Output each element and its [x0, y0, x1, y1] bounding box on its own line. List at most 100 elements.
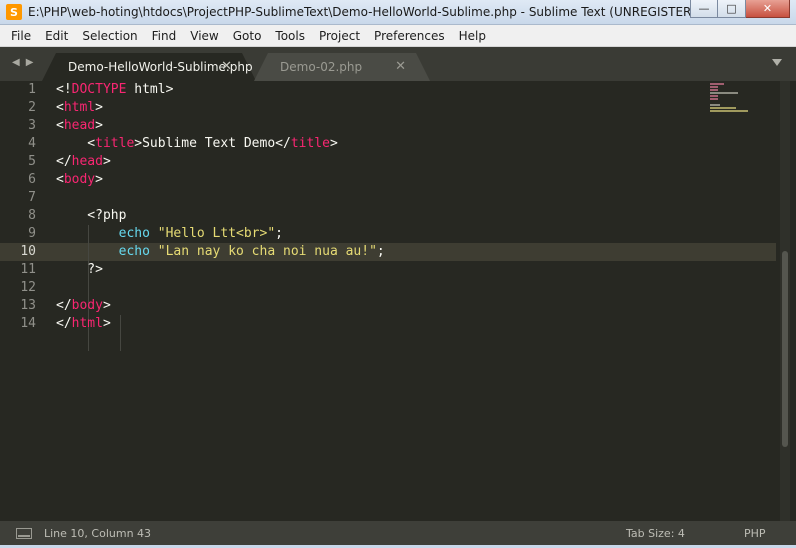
- code-line[interactable]: <html>: [56, 99, 766, 117]
- code-line[interactable]: </body>: [56, 297, 766, 315]
- line-number: 4: [28, 136, 36, 151]
- menu-selection[interactable]: Selection: [75, 25, 144, 47]
- menu-goto[interactable]: Goto: [226, 25, 269, 47]
- sublime-app-icon: S: [6, 4, 22, 20]
- code-line[interactable]: <body>: [56, 171, 766, 189]
- code-token: <: [56, 136, 96, 151]
- line-number: 12: [20, 280, 36, 295]
- code-line[interactable]: <head>: [56, 117, 766, 135]
- menu-find[interactable]: Find: [145, 25, 184, 47]
- menu-project[interactable]: Project: [312, 25, 367, 47]
- minimap-line: [710, 89, 718, 91]
- minimap-line: [710, 98, 718, 100]
- code-token: </: [56, 316, 72, 331]
- menu-edit[interactable]: Edit: [38, 25, 75, 47]
- code-token: body: [63, 172, 96, 187]
- minimap-line: [710, 83, 724, 85]
- code-line[interactable]: [56, 279, 766, 297]
- syntax-indicator[interactable]: PHP: [744, 527, 796, 540]
- vertical-scrollbar[interactable]: [780, 81, 790, 521]
- code-line[interactable]: <?php: [56, 207, 766, 225]
- line-number: 5: [28, 154, 36, 169]
- code-line[interactable]: [56, 189, 766, 207]
- code-token: >Sublime Text Demo</: [134, 136, 291, 151]
- code-line[interactable]: echo "Hello Ltt<br>";: [56, 225, 766, 243]
- menu-file[interactable]: File: [4, 25, 38, 47]
- minimap-line: [710, 95, 718, 97]
- code-token: ;: [275, 226, 283, 241]
- tab-bar: ◀ ▶ Demo-HelloWorld-Sublime.php ✕ Demo-0…: [0, 47, 796, 81]
- tab-forward-arrow-icon[interactable]: ▶: [26, 57, 34, 68]
- code-token: >: [329, 136, 338, 151]
- status-bar: Line 10, Column 43 Tab Size: 4 PHP: [0, 521, 796, 545]
- code-token: </: [56, 298, 72, 313]
- code-token: >: [102, 154, 111, 169]
- line-number: 8: [28, 208, 36, 223]
- tab-close-icon[interactable]: ✕: [221, 59, 232, 74]
- code-line[interactable]: <!DOCTYPE html>: [56, 81, 766, 99]
- code-token: ;: [376, 244, 385, 259]
- tab-navigation: ◀ ▶: [12, 57, 33, 68]
- code-token: echo: [118, 226, 150, 241]
- tab-demo-02[interactable]: Demo-02.php ✕: [254, 53, 430, 81]
- tab-label: Demo-02.php: [280, 60, 363, 74]
- line-number: 10: [20, 244, 36, 259]
- code-token: head: [71, 154, 103, 169]
- tab-size-indicator[interactable]: Tab Size: 4: [626, 527, 744, 540]
- code-line[interactable]: </html>: [56, 315, 766, 333]
- title-bar: S E:\PHP\web-hoting\htdocs\ProjectPHP-Su…: [0, 0, 796, 25]
- code-token: html>: [126, 82, 174, 97]
- line-number-gutter: 1 2 3 4 5 6 7 8 9 10 11 12 13 14: [0, 81, 46, 333]
- code-line[interactable]: echo "Lan nay ko cha noi nua au!";: [56, 243, 766, 261]
- code-line[interactable]: ?>: [56, 261, 766, 279]
- tab-close-icon[interactable]: ✕: [395, 59, 406, 74]
- menu-view[interactable]: View: [183, 25, 225, 47]
- code-token: echo: [118, 244, 150, 259]
- code-token: title: [290, 136, 330, 151]
- code-token: <?php: [56, 208, 127, 223]
- maximize-button[interactable]: □: [718, 0, 746, 18]
- code-editor[interactable]: 1 2 3 4 5 6 7 8 9 10 11 12 13 14 <!DOCTYPE html> <html…: [0, 81, 796, 521]
- tab-demo-helloworld[interactable]: Demo-HelloWorld-Sublime.php ✕: [42, 53, 256, 81]
- menu-preferences[interactable]: Preferences: [367, 25, 452, 47]
- line-number: 1: [28, 82, 36, 97]
- cursor-position: Line 10, Column 43: [44, 526, 152, 540]
- code-token: <!: [56, 82, 72, 97]
- code-token: head: [63, 118, 96, 133]
- close-window-button[interactable]: ✕: [746, 0, 790, 18]
- code-token: >: [102, 316, 111, 331]
- line-number: 3: [28, 118, 36, 133]
- tab-back-arrow-icon[interactable]: ◀: [12, 57, 20, 68]
- minimap[interactable]: [710, 83, 770, 113]
- window-title: E:\PHP\web-hoting\htdocs\ProjectPHP-Subl…: [28, 5, 713, 19]
- minimap-line: [710, 86, 718, 88]
- code-line[interactable]: </head>: [56, 153, 766, 171]
- minimap-line: [710, 92, 738, 94]
- code-line[interactable]: <title>Sublime Text Demo</title>: [56, 135, 766, 153]
- minimize-button[interactable]: —: [690, 0, 718, 18]
- menu-tools[interactable]: Tools: [268, 25, 312, 47]
- menu-help[interactable]: Help: [452, 25, 493, 47]
- code-token: </: [56, 154, 72, 169]
- line-number: 13: [20, 298, 36, 313]
- code-token: >: [102, 298, 111, 313]
- code-token: <: [56, 172, 64, 187]
- line-number: 11: [20, 262, 36, 277]
- code-area[interactable]: <!DOCTYPE html> <html> <head> <title>Subli…: [56, 81, 766, 333]
- tab-list-dropdown-icon[interactable]: [772, 59, 782, 66]
- code-token: <: [56, 118, 64, 133]
- line-number: 14: [20, 316, 36, 331]
- panel-toggle-icon[interactable]: [16, 527, 32, 539]
- scrollbar-thumb[interactable]: [782, 251, 788, 447]
- code-token: <: [56, 100, 64, 115]
- line-number: 7: [28, 190, 36, 205]
- menu-bar: File Edit Selection Find View Goto Tools…: [0, 25, 796, 47]
- code-token: >: [95, 100, 103, 115]
- code-token: "Lan nay ko cha noi nua au!": [157, 244, 377, 259]
- code-token: body: [71, 298, 103, 313]
- code-token: title: [95, 136, 135, 151]
- code-token: >: [95, 118, 103, 133]
